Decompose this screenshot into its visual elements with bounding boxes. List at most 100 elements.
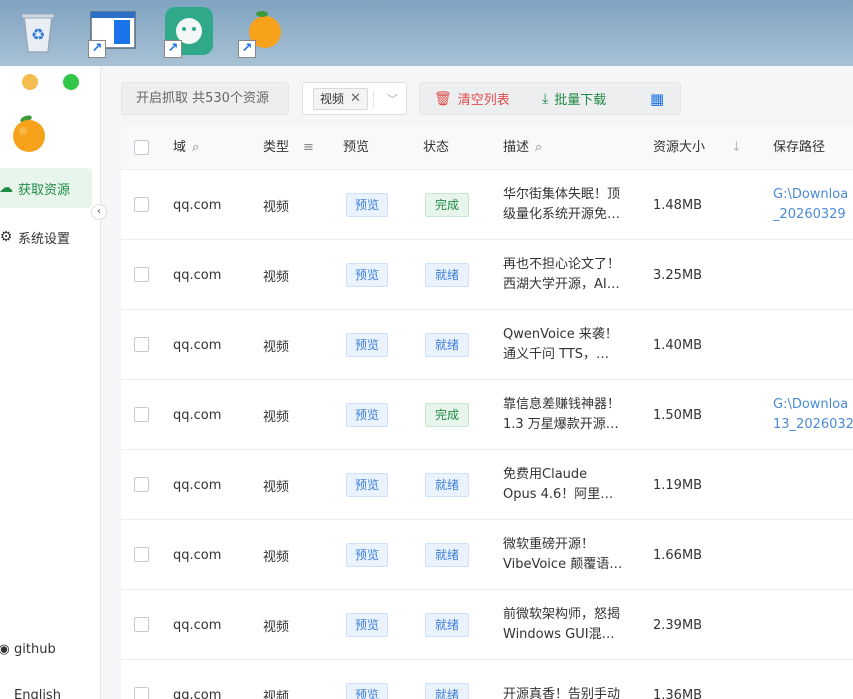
select-all-checkbox[interactable]: [134, 140, 149, 155]
sheep-app-icon[interactable]: ↗: [164, 6, 214, 60]
resource-table: 域 ⌕ 类型 ≡ 预览 状态 描述 ⌕ 资源大小 ↓ 保存路径 qq.com 视频…: [121, 126, 853, 699]
description-line-2: 通义千问 TTS，…: [503, 347, 610, 362]
batch-download-button[interactable]: ⤓ 批量下载: [542, 83, 606, 114]
app-shortcut-icon[interactable]: ↗: [88, 6, 138, 60]
preview-button[interactable]: 预览: [346, 613, 389, 637]
header-description-label: 描述: [503, 140, 530, 155]
clear-list-button[interactable]: 🗑 清空列表: [434, 83, 510, 114]
description-line-1: 免费用Claude: [503, 467, 588, 482]
row-checkbox[interactable]: [134, 407, 149, 422]
preview-button[interactable]: 预览: [346, 263, 389, 287]
cell-preview: 预览: [346, 240, 389, 310]
cell-domain: qq.com: [173, 407, 222, 423]
trash-icon: 🗑: [434, 90, 452, 107]
status-badge: 就绪: [425, 333, 470, 357]
save-path-line-2[interactable]: _20260329: [773, 205, 853, 225]
cell-description: 靠信息差赚钱神器！ 1.3 万星爆款开源…: [503, 380, 635, 450]
download-icon: ⤓: [542, 90, 549, 107]
cell-save-path: G:\Downloa _20260329: [773, 170, 853, 240]
orange-app-icon[interactable]: ↗: [238, 6, 288, 60]
header-type: 类型 ≡: [263, 126, 314, 170]
app-logo-icon: [10, 112, 48, 154]
header-size: 资源大小 ↓: [653, 126, 742, 170]
maximize-button[interactable]: [63, 74, 79, 90]
header-status: 状态: [423, 140, 450, 155]
cell-type: 视频: [263, 269, 290, 285]
grid-menu-button[interactable]: ▦: [650, 83, 664, 114]
search-icon[interactable]: ⌕: [535, 126, 542, 170]
cell-type: 视频: [263, 409, 290, 425]
table-row[interactable]: qq.com 视频 预览 完成 华尔街集体失眠！顶 级量化系统开源免… 1.48MB G:\D…: [121, 170, 853, 240]
cell-domain: qq.com: [173, 547, 222, 563]
row-checkbox[interactable]: [134, 617, 149, 632]
cell-description: 微软重磅开源！ VibeVoice 颠覆语…: [503, 520, 635, 590]
table-row[interactable]: qq.com 视频 预览 就绪 再也不担心论文了！ 西湖大学开源，AI… 3.25MB: [121, 240, 853, 310]
preview-button[interactable]: 预览: [346, 333, 389, 357]
sidebar-item-resources[interactable]: ☁ 获取资源: [0, 168, 92, 208]
preview-button[interactable]: 预览: [346, 403, 389, 427]
minimize-button[interactable]: [22, 74, 38, 90]
cell-size: 1.40MB: [653, 337, 703, 353]
svg-text:♻: ♻: [31, 25, 45, 44]
cell-save-path: G:\Downloa 13_2026032: [773, 380, 853, 450]
shortcut-arrow-icon: ↗: [88, 40, 106, 58]
filter-icon[interactable]: ≡: [303, 126, 314, 170]
table-row[interactable]: qq.com 视频 预览 就绪 微软重磅开源！ VibeVoice 颠覆语… 1.66MB: [121, 520, 853, 590]
cell-preview: 预览: [346, 450, 389, 520]
cell-domain: qq.com: [173, 477, 222, 493]
preview-button[interactable]: 预览: [346, 683, 389, 699]
row-checkbox[interactable]: [134, 687, 149, 699]
shortcut-arrow-icon: ↗: [164, 40, 182, 58]
github-link[interactable]: ◉ github: [0, 642, 56, 657]
header-save-path: 保存路径: [773, 140, 826, 155]
cell-status: 就绪: [425, 520, 470, 590]
sidebar-item-settings[interactable]: ⚙ 系统设置: [0, 217, 92, 257]
cell-size: 2.39MB: [653, 617, 703, 633]
cell-domain: qq.com: [173, 267, 222, 283]
type-filter-select[interactable]: 视频 ✕ ﹀: [302, 82, 407, 115]
save-path-line-2[interactable]: 13_2026032: [773, 415, 853, 435]
preview-button[interactable]: 预览: [346, 473, 389, 497]
cell-status: 完成: [425, 380, 470, 450]
recycle-bin-icon[interactable]: ♻: [16, 6, 66, 60]
cell-description: 再也不担心论文了！ 西湖大学开源，AI…: [503, 240, 635, 310]
row-checkbox[interactable]: [134, 197, 149, 212]
row-checkbox[interactable]: [134, 547, 149, 562]
row-checkbox[interactable]: [134, 337, 149, 352]
collapse-sidebar-button[interactable]: ‹: [91, 204, 107, 220]
search-icon[interactable]: ⌕: [192, 126, 199, 170]
cell-preview: 预览: [346, 310, 389, 380]
description-line-1: 再也不担心论文了！: [503, 257, 621, 272]
save-path-line-1[interactable]: G:\Downloa: [773, 185, 853, 205]
table-row[interactable]: qq.com 视频 预览 就绪 开源真香！告别手动 1.36MB: [121, 660, 853, 699]
cell-save-path: [773, 450, 853, 520]
select-divider: [373, 91, 374, 108]
save-path-line-1[interactable]: G:\Downloa: [773, 395, 853, 415]
cell-status: 就绪: [425, 590, 470, 660]
cell-type: 视频: [263, 479, 290, 495]
table-row[interactable]: qq.com 视频 预览 完成 靠信息差赚钱神器！ 1.3 万星爆款开源… 1.50MB G:…: [121, 380, 853, 450]
row-checkbox[interactable]: [134, 267, 149, 282]
preview-button[interactable]: 预览: [346, 543, 389, 567]
row-checkbox[interactable]: [134, 477, 149, 492]
status-badge: 就绪: [425, 473, 470, 497]
toolbar: 开启抓取 共530个资源 视频 ✕ ﹀ 🗑 清空列表 ⤓ 批量下载 ▦: [101, 66, 853, 126]
status-badge: 就绪: [425, 683, 470, 699]
language-switch[interactable]: English: [0, 688, 61, 699]
type-filter-tag-label: 视频: [320, 92, 345, 106]
gear-icon: ⚙: [0, 229, 13, 245]
sort-icon[interactable]: ↓: [731, 126, 742, 170]
cell-size: 1.36MB: [653, 687, 703, 699]
description-line-2: 西湖大学开源，AI…: [503, 277, 620, 292]
cell-save-path: [773, 240, 853, 310]
description-line-1: 靠信息差赚钱神器！: [503, 397, 621, 412]
remove-tag-icon[interactable]: ✕: [350, 89, 361, 109]
description-line-1: 前微软架构师，怒揭: [503, 607, 621, 622]
capture-toggle-button[interactable]: 开启抓取 共530个资源: [121, 82, 289, 115]
chevron-down-icon[interactable]: ﹀: [387, 91, 398, 107]
preview-button[interactable]: 预览: [346, 193, 389, 217]
table-row[interactable]: qq.com 视频 预览 就绪 免费用Claude Opus 4.6！阿里… 1.19MB: [121, 450, 853, 520]
table-row[interactable]: qq.com 视频 预览 就绪 前微软架构师，怒揭 Windows GUI混… 2.39MB: [121, 590, 853, 660]
cell-type: 视频: [263, 199, 290, 215]
table-row[interactable]: qq.com 视频 预览 就绪 QwenVoice 来袭！ 通义千问 TTS，… 1.40M…: [121, 310, 853, 380]
